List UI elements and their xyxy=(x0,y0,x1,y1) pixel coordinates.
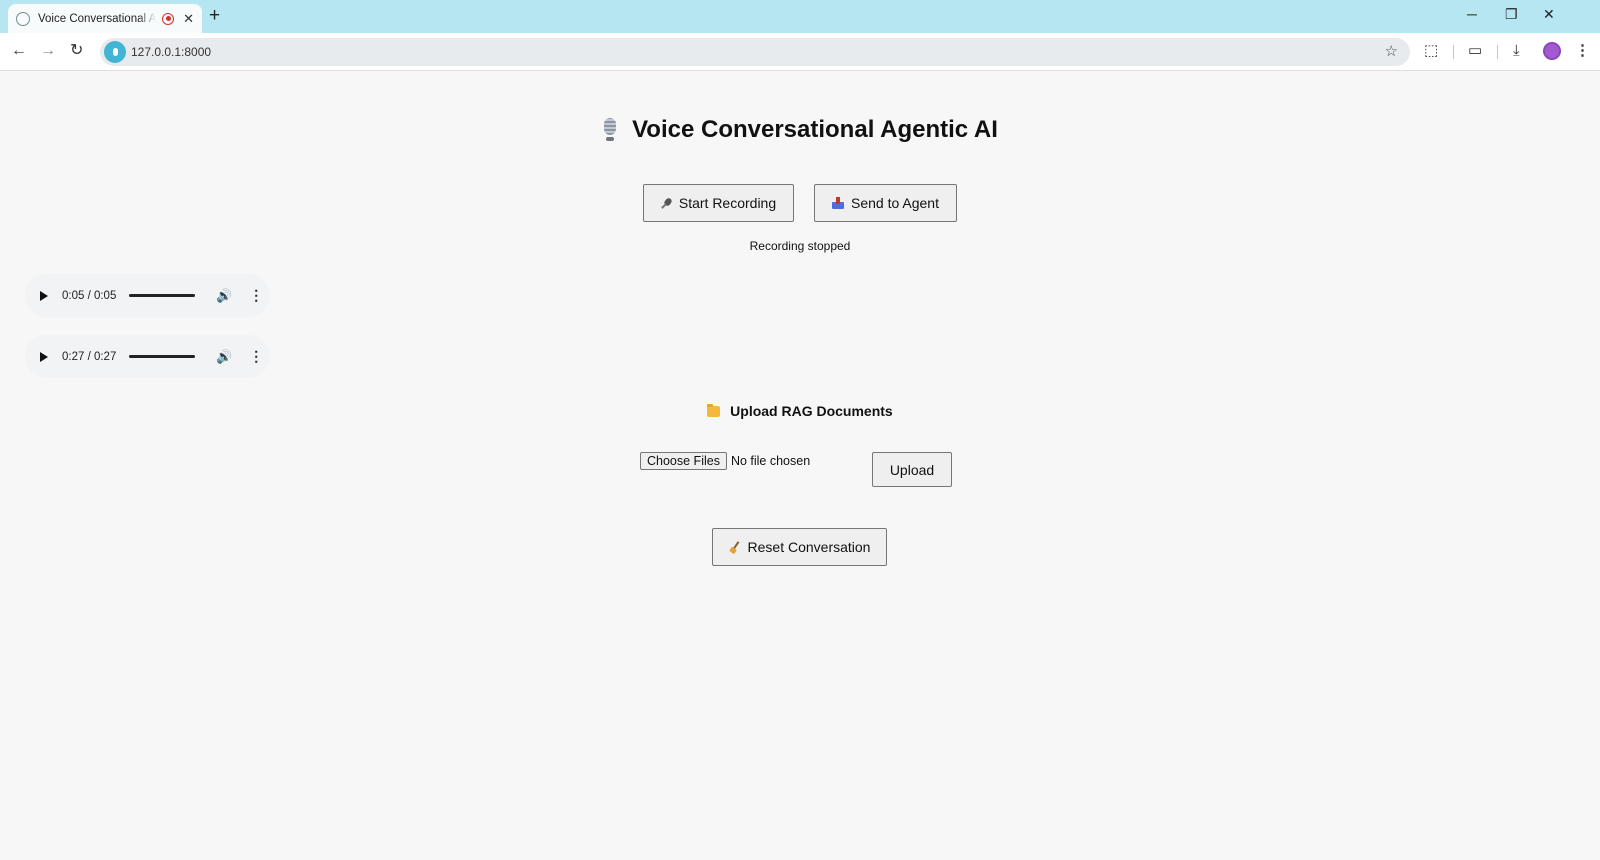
upload-button[interactable]: Upload xyxy=(872,452,952,487)
browser-tab[interactable]: Voice Conversational Agent ✕ xyxy=(8,4,202,33)
page-title: Voice Conversational Agentic AI xyxy=(602,116,998,144)
more-options-icon[interactable]: ⋮ xyxy=(249,348,263,365)
close-window-button[interactable]: ✕ xyxy=(1543,6,1555,23)
reset-conversation-button[interactable]: Reset Conversation xyxy=(712,528,887,566)
outbox-icon xyxy=(832,197,845,209)
back-button[interactable]: ← xyxy=(11,41,27,61)
restore-button[interactable]: ❐ xyxy=(1505,6,1518,23)
minimize-button[interactable]: ─ xyxy=(1467,6,1477,22)
play-icon[interactable] xyxy=(40,351,48,362)
status-text: Recording stopped xyxy=(749,239,851,253)
url-text: 127.0.0.1:8000 xyxy=(131,45,212,59)
microphone-icon xyxy=(661,198,672,209)
bookmark-star-icon[interactable]: ☆ xyxy=(1385,42,1398,60)
more-options-icon[interactable]: ⋮ xyxy=(249,287,263,304)
audio-progress-slider[interactable] xyxy=(129,355,195,358)
tab-search-icon[interactable]: ▭ xyxy=(1468,42,1482,60)
browser-toolbar: ← → ↻ 127.0.0.1:8000 ☆ ⬚ ▭ ⤓ ⋮ xyxy=(0,33,1600,71)
recording-indicator-icon xyxy=(162,12,175,25)
audio-progress-slider[interactable] xyxy=(129,294,195,297)
globe-icon xyxy=(16,11,30,26)
volume-icon[interactable]: 🔊 xyxy=(216,349,232,365)
play-icon[interactable] xyxy=(40,290,48,301)
page-content: Voice Conversational Agentic AI Start Re… xyxy=(0,72,1600,860)
microphone-permission-icon[interactable] xyxy=(104,41,126,63)
send-to-agent-label: Send to Agent xyxy=(851,195,939,211)
tab-title: Voice Conversational Agent xyxy=(38,12,157,25)
start-recording-button[interactable]: Start Recording xyxy=(643,184,794,222)
upload-heading-text: Upload RAG Documents xyxy=(730,403,893,419)
browser-menu-icon[interactable]: ⋮ xyxy=(1575,42,1590,60)
audio-time: 0:27 / 0:27 xyxy=(62,350,117,363)
folder-icon xyxy=(707,404,721,417)
upload-section-heading: Upload RAG Documents xyxy=(0,403,1600,419)
download-icon[interactable]: ⤓ xyxy=(1513,42,1520,60)
no-file-chosen-text: No file chosen xyxy=(730,454,811,468)
page-title-text: Voice Conversational Agentic AI xyxy=(632,116,998,143)
start-recording-label: Start Recording xyxy=(678,195,777,211)
extensions-icon[interactable]: ⬚ xyxy=(1424,42,1438,60)
toolbar-divider xyxy=(1453,45,1454,59)
file-input[interactable]: Choose Files No file chosen xyxy=(640,452,810,470)
tab-strip: Voice Conversational Agent ✕ + ─ ❐ ✕ xyxy=(0,0,1600,33)
broom-icon xyxy=(729,541,741,553)
audio-time: 0:05 / 0:05 xyxy=(62,289,117,302)
reload-button[interactable]: ↻ xyxy=(70,41,83,61)
studio-microphone-icon xyxy=(602,118,618,142)
send-to-agent-button[interactable]: Send to Agent xyxy=(814,184,957,222)
toolbar-divider xyxy=(1497,45,1498,59)
choose-files-button[interactable]: Choose Files xyxy=(640,452,727,470)
reset-conversation-label: Reset Conversation xyxy=(747,539,871,555)
audio-player[interactable]: 0:27 / 0:27 🔊 ⋮ xyxy=(25,335,270,378)
tab-close-icon[interactable]: ✕ xyxy=(183,12,194,25)
forward-button[interactable]: → xyxy=(40,41,56,61)
address-bar[interactable]: 127.0.0.1:8000 ☆ xyxy=(100,38,1410,66)
header: Voice Conversational Agentic AI xyxy=(0,116,1600,147)
audio-player[interactable]: 0:05 / 0:05 🔊 ⋮ xyxy=(25,274,270,317)
profile-avatar[interactable] xyxy=(1543,42,1561,60)
new-tab-button[interactable]: + xyxy=(209,6,220,25)
volume-icon[interactable]: 🔊 xyxy=(216,288,232,304)
